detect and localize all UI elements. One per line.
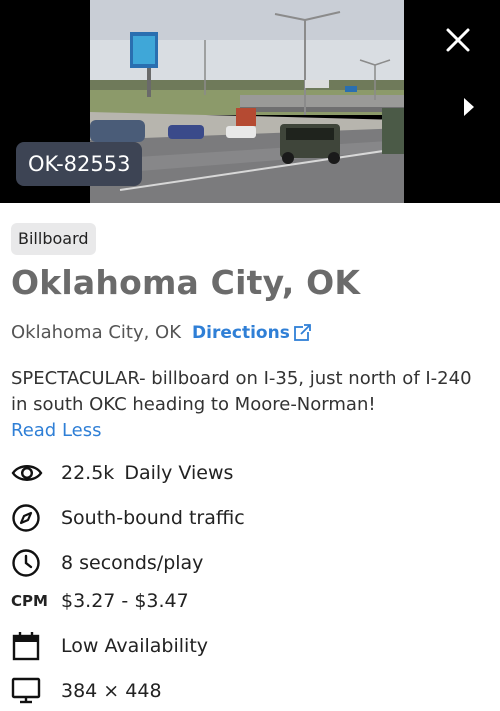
cpm-label: CPM <box>11 592 48 610</box>
calendar-icon <box>11 631 45 661</box>
stat-availability: Low Availability <box>11 631 208 661</box>
next-image-button[interactable] <box>458 93 480 121</box>
stat-traffic: South-bound traffic <box>11 503 245 533</box>
daily-views-value: 22.5k <box>61 462 115 484</box>
close-icon <box>446 28 470 52</box>
image-gallery: OK-82553 <box>0 0 500 203</box>
clock-icon <box>11 548 45 578</box>
stat-cpm: CPM $3.27 - $3.47 <box>11 590 189 612</box>
dimensions-text: 384 × 448 <box>61 680 162 702</box>
external-link-icon <box>293 324 311 341</box>
listing-description: SPECTACULAR- billboard on I-35, just nor… <box>11 368 472 415</box>
eye-icon <box>11 458 45 488</box>
directions-label: Directions <box>192 322 290 343</box>
stat-daily-views: 22.5k Daily Views <box>11 458 233 488</box>
stat-play-duration: 8 seconds/play <box>11 548 203 578</box>
play-duration-text: 8 seconds/play <box>61 552 204 574</box>
monitor-icon <box>11 676 45 706</box>
listing-type-badge: Billboard <box>11 223 96 255</box>
location-text: Oklahoma City, OK <box>11 322 182 343</box>
traffic-text: South-bound traffic <box>61 507 245 529</box>
listing-id-badge: OK-82553 <box>16 142 143 186</box>
directions-link[interactable]: Directions <box>192 323 312 343</box>
close-button[interactable] <box>442 24 474 56</box>
stat-dimensions: 384 × 448 <box>11 676 162 706</box>
chevron-right-icon <box>464 98 474 116</box>
read-less-link[interactable]: Read Less <box>11 420 102 441</box>
cpm-range: $3.27 - $3.47 <box>61 590 189 612</box>
compass-icon <box>11 503 45 533</box>
daily-views-label: Daily Views <box>124 462 234 484</box>
availability-text: Low Availability <box>61 635 209 657</box>
location-row: Oklahoma City, OK Directions <box>11 322 312 343</box>
page-title: Oklahoma City, OK <box>11 263 361 302</box>
